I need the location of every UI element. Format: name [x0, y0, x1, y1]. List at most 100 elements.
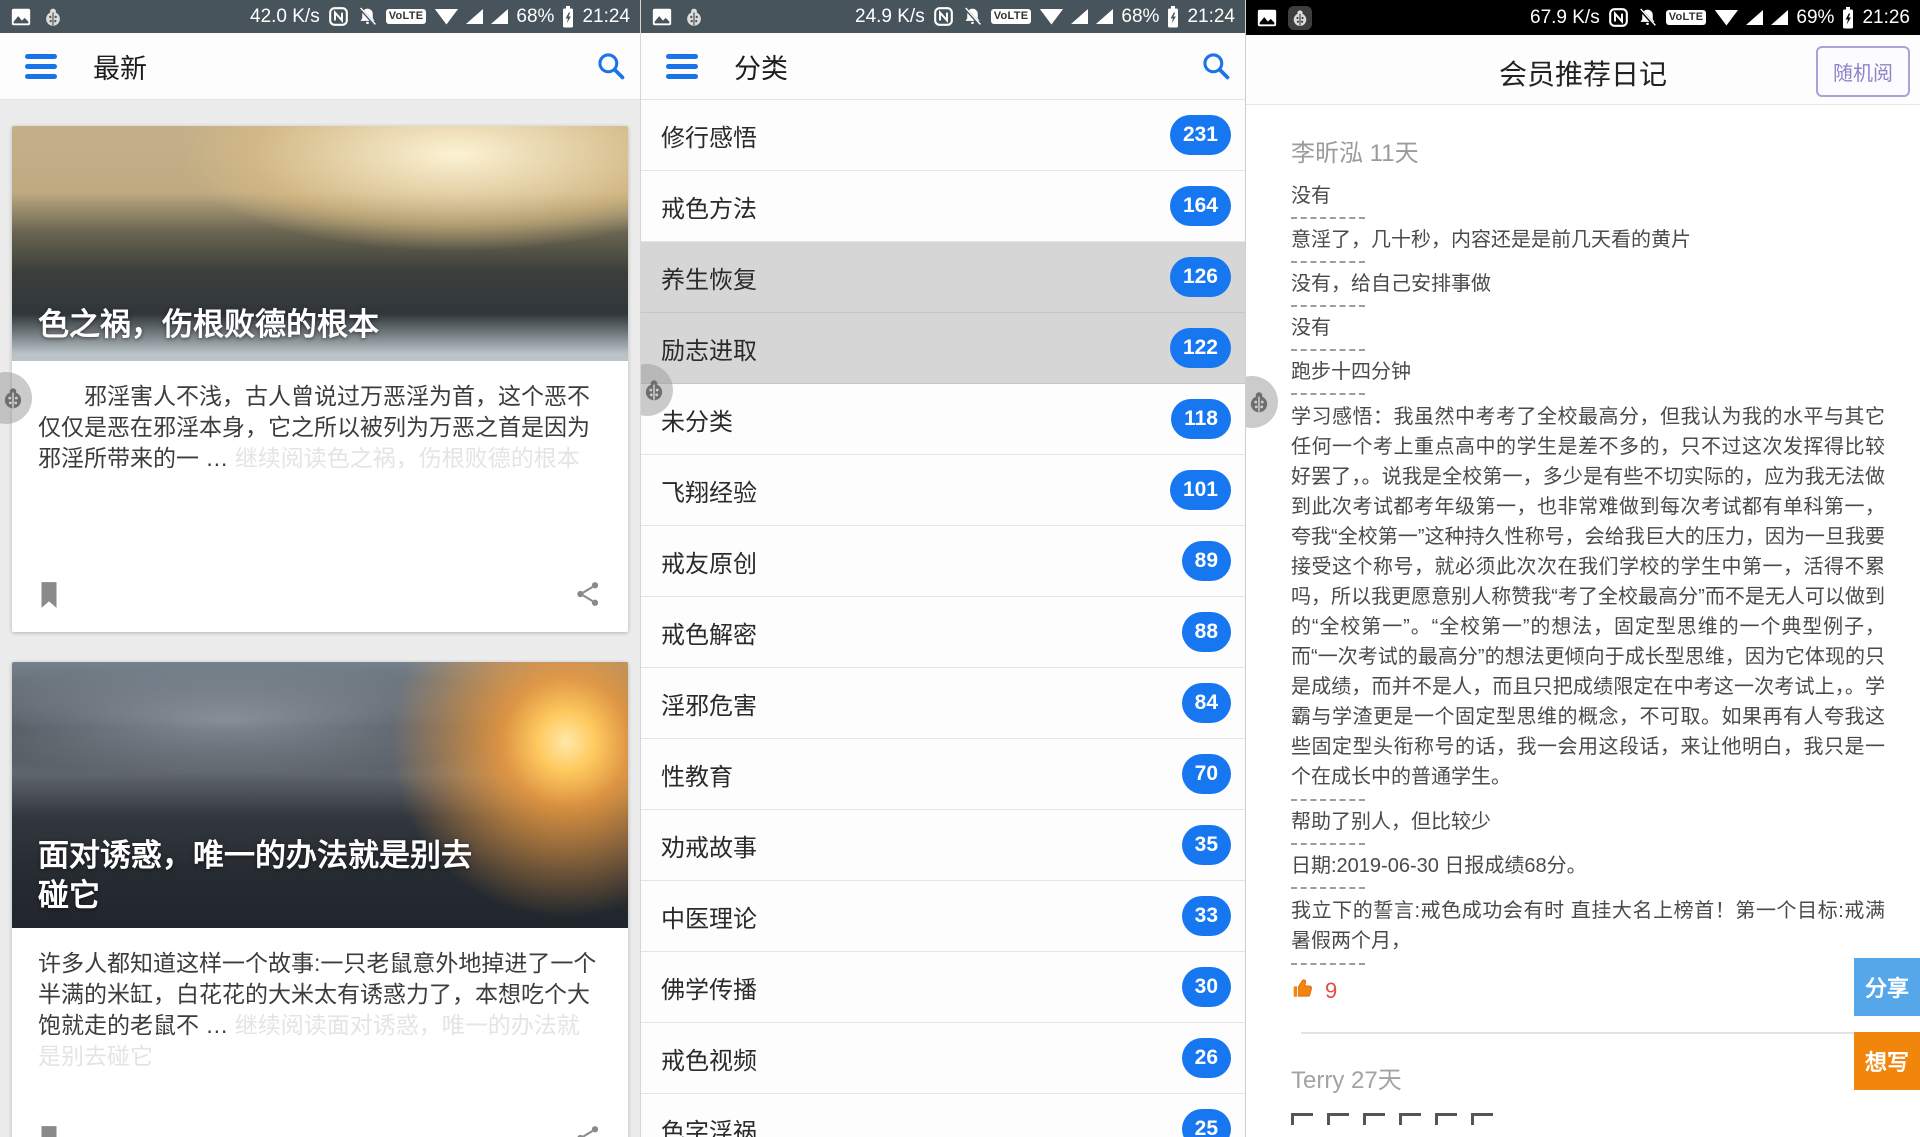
battery-percent: 68%: [516, 6, 554, 28]
category-count-badge: 35: [1182, 825, 1231, 865]
share-icon[interactable]: [574, 1124, 604, 1137]
likes-row[interactable]: 9: [1291, 975, 1885, 1006]
dashed-separator: [1291, 799, 1365, 801]
gallery-icon: [1254, 7, 1280, 29]
hamburger-menu-icon[interactable]: [666, 49, 698, 84]
article-card[interactable]: 色之祸，伤根败德的根本 邪淫害人不浅，古人曾说过万恶淫为首，这个恶不仅仅是恶在邪…: [12, 126, 628, 632]
category-count-badge: 118: [1171, 399, 1231, 439]
signal-icon: [466, 9, 483, 24]
category-row[interactable]: 修行感悟231: [641, 100, 1245, 171]
category-row[interactable]: 励志进取 122: [641, 313, 1245, 384]
volte-badge: VoLTE: [1666, 10, 1707, 25]
triple-screenshot-montage: 42.0 K/s VoLTE 68% 21:24 最新 色之祸，伤根败德的根本: [0, 0, 1920, 1137]
diary-text-line: 日期:2019-06-30 日报成绩68分。: [1291, 852, 1885, 880]
battery-percent: 68%: [1121, 6, 1159, 28]
battery-icon: [562, 6, 574, 28]
diary-content: 李昕泓 11天 没有意淫了，几十秒，内容还是是前几天看的黄片没有，给自己安排事做…: [1246, 105, 1920, 1125]
category-row[interactable]: 养生恢复126: [641, 242, 1245, 313]
bookmark-icon[interactable]: [36, 1124, 66, 1137]
clipped-text-line: [1291, 1113, 1885, 1125]
diary-author[interactable]: 李昕泓 11天: [1291, 133, 1885, 168]
article-title: 色之祸，伤根败德的根本: [38, 305, 379, 345]
article-card[interactable]: 面对诱惑，唯一的办法就是别去碰它 许多人都知道这样一个故事:一只老鼠意外地掉进了…: [12, 662, 628, 1137]
bell-muted-icon: [357, 6, 378, 27]
screen-diary: 67.9 K/s VoLTE 69% 21:26 会员推荐日记 随机阅 李昕泓 …: [1245, 0, 1920, 1137]
category-count-badge: 164: [1170, 186, 1231, 226]
diary-text-line: 没有: [1291, 182, 1885, 210]
network-speed: 42.0 K/s: [250, 6, 320, 28]
article-feed: 色之祸，伤根败德的根本 邪淫害人不浅，古人曾说过万恶淫为首，这个恶不仅仅是恶在邪…: [0, 100, 640, 1137]
clock: 21:24: [1187, 6, 1235, 28]
app-bar: 最新: [0, 33, 640, 100]
category-label: 佛学传播: [661, 970, 757, 1005]
category-row[interactable]: 淫邪危害84: [641, 668, 1245, 739]
share-icon[interactable]: [574, 580, 604, 610]
category-row[interactable]: 戒友原创89: [641, 526, 1245, 597]
thumbs-up-icon[interactable]: [1291, 975, 1317, 1006]
article-cover-image: 色之祸，伤根败德的根本: [12, 126, 628, 361]
category-row[interactable]: 佛学传播30: [641, 952, 1245, 1023]
category-row[interactable]: 戒色视频26: [641, 1023, 1245, 1094]
category-label: 励志进取: [661, 331, 757, 366]
article-excerpt: 许多人都知道这样一个故事:一只老鼠意外地掉进了一个半满的米缸，白花花的大米太有诱…: [12, 928, 628, 1072]
bell-muted-icon: [962, 6, 983, 27]
battery-percent: 69%: [1796, 7, 1834, 29]
category-row[interactable]: 中医理论 33: [641, 881, 1245, 952]
article-cover-image: 面对诱惑，唯一的办法就是别去碰它: [12, 662, 628, 928]
nfc-icon: [933, 6, 954, 27]
diary-body: 没有意淫了，几十秒，内容还是是前几天看的黄片没有，给自己安排事做没有跑步十四分钟…: [1291, 182, 1885, 965]
random-read-button[interactable]: 随机阅: [1816, 46, 1910, 97]
category-count-badge: 33: [1182, 896, 1231, 936]
category-label: 飞翔经验: [661, 473, 757, 508]
diary-text-line: 帮助了别人，但比较少: [1291, 808, 1885, 836]
read-more-link[interactable]: 继续阅读色之祸，伤根败德的根本: [235, 445, 580, 471]
category-label: 劝戒故事: [661, 828, 757, 863]
nfc-icon: [1608, 7, 1629, 28]
battery-icon: [1167, 6, 1179, 28]
page-title: 最新: [93, 47, 147, 86]
category-label: 色字浮祸: [661, 1112, 757, 1137]
dashed-separator: [1291, 305, 1365, 307]
signal-icon: [1771, 10, 1788, 25]
category-row[interactable]: 戒色方法 164: [641, 171, 1245, 242]
clock: 21:26: [1862, 7, 1910, 29]
nfc-icon: [328, 6, 349, 27]
category-label: 中医理论: [661, 899, 757, 934]
search-icon[interactable]: [1200, 50, 1232, 82]
dashed-separator: [1291, 887, 1365, 889]
hamburger-menu-icon[interactable]: [25, 49, 57, 84]
ladybug-icon: [683, 6, 705, 28]
article-title: 面对诱惑，唯一的办法就是别去碰它: [38, 836, 488, 916]
card-footer: [12, 1124, 628, 1137]
dashed-separator: [1291, 261, 1365, 263]
bookmark-icon[interactable]: [36, 580, 66, 610]
category-label: 未分类: [661, 402, 733, 437]
category-row[interactable]: 色字浮祸 25: [641, 1094, 1245, 1137]
search-icon[interactable]: [595, 50, 627, 82]
category-row[interactable]: 飞翔经验101: [641, 455, 1245, 526]
share-fab-button[interactable]: 分享: [1854, 958, 1920, 1016]
category-count-badge: 88: [1182, 612, 1231, 652]
write-fab-button[interactable]: 想写: [1854, 1032, 1920, 1090]
app-bar: 会员推荐日记 随机阅: [1246, 35, 1920, 105]
battery-icon: [1842, 7, 1854, 29]
category-row[interactable]: 劝戒故事 35: [641, 810, 1245, 881]
category-count-badge: 25: [1182, 1109, 1231, 1137]
category-row[interactable]: 性教育70: [641, 739, 1245, 810]
volte-badge: VoLTE: [386, 9, 427, 24]
wifi-icon: [1039, 9, 1063, 25]
entry-divider: [1301, 1032, 1885, 1034]
wifi-icon: [1714, 10, 1738, 26]
diary-text-line: 没有，给自己安排事做: [1291, 270, 1885, 298]
category-label: 戒色方法: [661, 189, 757, 224]
diary-text-line: 跑步十四分钟: [1291, 358, 1885, 386]
signal-icon: [491, 9, 508, 24]
category-row[interactable]: 戒色解密 88: [641, 597, 1245, 668]
category-count-badge: 89: [1182, 541, 1231, 581]
category-label: 戒色解密: [661, 615, 757, 650]
category-row[interactable]: 未分类 118: [641, 384, 1245, 455]
diary-author[interactable]: Terry 27天: [1291, 1060, 1885, 1095]
category-label: 养生恢复: [661, 260, 757, 295]
category-count-badge: 122: [1170, 328, 1231, 368]
app-bar: 分类: [641, 33, 1245, 100]
